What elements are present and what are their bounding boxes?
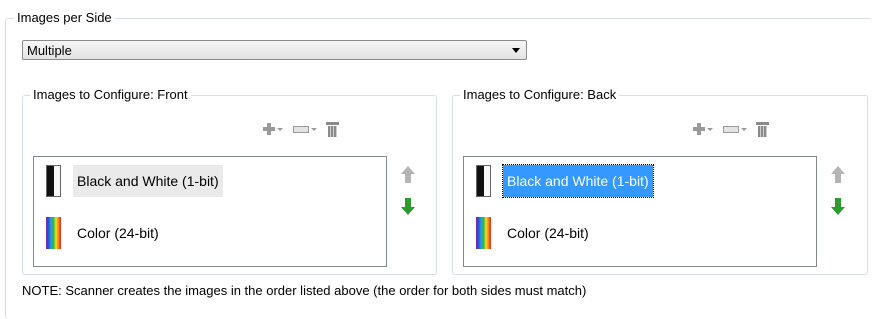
- trash-icon: [756, 121, 769, 137]
- list-item-label: Black and White (1-bit): [73, 165, 223, 197]
- front-reorder-controls: [395, 162, 421, 234]
- chevron-down-icon: [311, 127, 317, 131]
- front-remove-button[interactable]: [293, 125, 317, 133]
- add-icon: [263, 123, 275, 135]
- remove-icon: [723, 125, 739, 133]
- move-up-icon[interactable]: [831, 166, 845, 184]
- front-toolbar: [263, 116, 339, 142]
- back-configure-group: Images to Configure: Back Black and Whit…: [452, 87, 868, 275]
- chevron-down-icon: [277, 127, 283, 131]
- list-item[interactable]: Black and White (1-bit): [476, 164, 654, 198]
- order-note: NOTE: Scanner creates the images in the …: [22, 283, 587, 298]
- back-remove-button[interactable]: [723, 125, 747, 133]
- list-item[interactable]: Color (24-bit): [476, 217, 593, 249]
- bw-page-icon: [46, 165, 61, 197]
- list-item-label: Black and White (1-bit): [502, 164, 654, 198]
- trash-icon: [326, 121, 339, 137]
- color-spectrum-icon: [46, 217, 61, 249]
- images-per-side-value: Multiple: [27, 43, 72, 58]
- back-toolbar: [693, 116, 769, 142]
- back-delete-button[interactable]: [756, 121, 769, 137]
- move-up-icon[interactable]: [401, 166, 415, 184]
- list-item[interactable]: Black and White (1-bit): [46, 165, 223, 197]
- chevron-down-icon: [741, 127, 747, 131]
- back-add-button[interactable]: [693, 123, 713, 135]
- add-icon: [693, 123, 705, 135]
- front-delete-button[interactable]: [326, 121, 339, 137]
- chevron-down-icon: [707, 127, 713, 131]
- front-image-list[interactable]: Black and White (1-bit) Color (24-bit): [33, 156, 387, 267]
- remove-icon: [293, 125, 309, 133]
- back-configure-legend: Images to Configure: Back: [460, 87, 620, 103]
- images-per-side-legend: Images per Side: [14, 10, 115, 26]
- list-item-label: Color (24-bit): [77, 225, 159, 241]
- list-item-label: Color (24-bit): [507, 225, 589, 241]
- images-per-side-select[interactable]: Multiple: [22, 40, 527, 60]
- front-add-button[interactable]: [263, 123, 283, 135]
- move-down-icon[interactable]: [831, 198, 845, 216]
- front-configure-legend: Images to Configure: Front: [30, 87, 191, 103]
- move-down-icon[interactable]: [401, 198, 415, 216]
- back-reorder-controls: [825, 162, 851, 234]
- list-item[interactable]: Color (24-bit): [46, 217, 163, 249]
- front-configure-group: Images to Configure: Front Black and Whi…: [22, 87, 437, 275]
- bw-page-icon: [476, 165, 491, 197]
- back-image-list[interactable]: Black and White (1-bit) Color (24-bit): [463, 156, 817, 267]
- color-spectrum-icon: [476, 217, 491, 249]
- dropdown-arrow-icon[interactable]: [512, 48, 520, 53]
